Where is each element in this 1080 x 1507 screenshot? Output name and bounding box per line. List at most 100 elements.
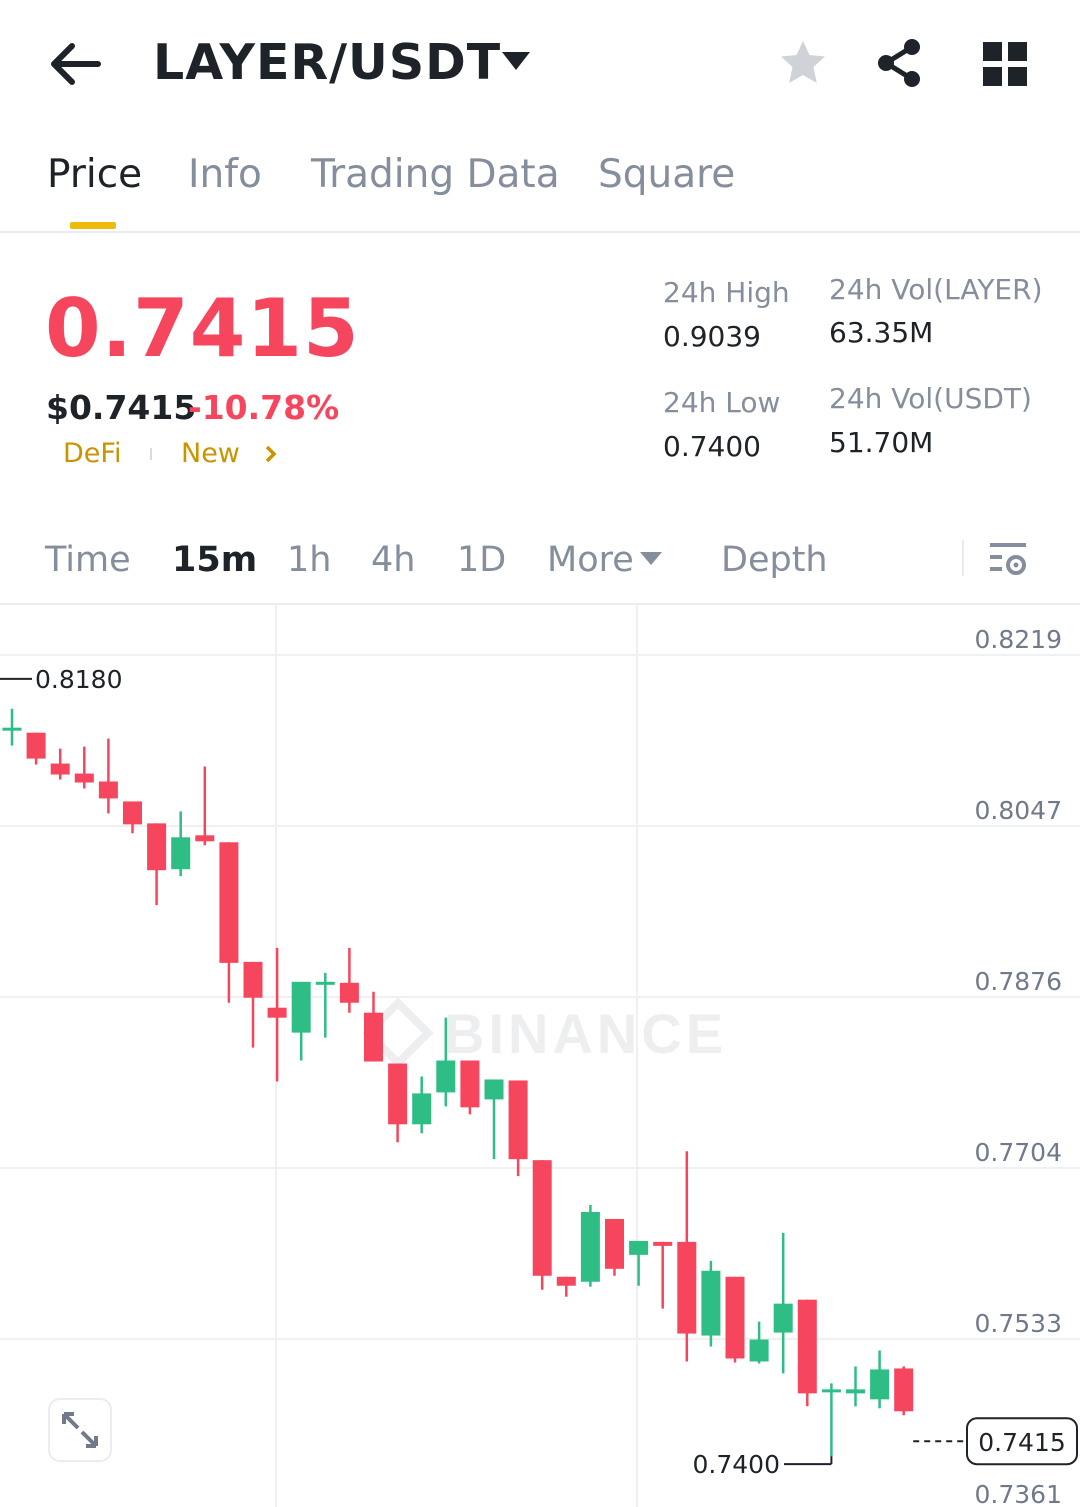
candle-body (219, 842, 239, 963)
candle[interactable] (195, 766, 215, 846)
candle[interactable] (677, 1151, 697, 1362)
candle[interactable] (364, 991, 383, 1062)
candle[interactable] (388, 1063, 408, 1143)
candle[interactable] (821, 1383, 841, 1457)
tag-new[interactable]: New (181, 438, 240, 469)
candle[interactable] (219, 842, 239, 1003)
candle-body (846, 1389, 865, 1394)
stat-vol-base-label: 24h Vol(LAYER) (829, 273, 1043, 306)
chart-settings-icon[interactable] (988, 540, 1028, 580)
grid-icon[interactable] (983, 42, 1027, 86)
candle[interactable] (98, 738, 118, 814)
fullscreen-button[interactable] (48, 1398, 112, 1462)
candle[interactable] (653, 1241, 673, 1309)
candle-body (556, 1276, 576, 1286)
candle-body (98, 781, 118, 799)
candle[interactable] (701, 1260, 721, 1347)
candle[interactable] (532, 1160, 552, 1290)
candle-body (701, 1270, 721, 1336)
candle-body (74, 773, 94, 783)
low-marker-label: 0.7400 (693, 1450, 780, 1479)
candle[interactable] (123, 801, 142, 834)
candle[interactable] (605, 1218, 624, 1276)
tag-defi[interactable]: DeFi (63, 438, 121, 469)
watermark: BINANCE (362, 997, 723, 1069)
divider (962, 540, 964, 576)
candle[interactable] (74, 746, 94, 789)
interval-time[interactable]: Time (45, 540, 131, 580)
interval-1h[interactable]: 1h (287, 540, 331, 580)
usd-price: $0.7415 (46, 388, 197, 427)
chevron-right-icon[interactable] (263, 444, 279, 464)
candle-body (147, 823, 167, 871)
candle[interactable] (773, 1232, 793, 1374)
tab-price[interactable]: Price (47, 152, 142, 197)
candle[interactable] (580, 1205, 600, 1287)
candlestick-chart[interactable]: BINANCE 0.8219 0.8047 0.7876 0.7704 0.7533 0.… (0, 605, 1080, 1507)
caret-down-icon[interactable] (640, 552, 662, 566)
candle[interactable] (339, 947, 359, 1013)
interval-15m[interactable]: 15m (172, 540, 257, 580)
stat-vol-quote-value: 51.70M (829, 426, 934, 459)
active-tab-indicator (70, 222, 116, 229)
candle[interactable] (2, 708, 22, 746)
candle[interactable] (171, 811, 191, 877)
candle[interactable] (50, 748, 70, 780)
candle-body (725, 1276, 745, 1359)
candle[interactable] (725, 1276, 745, 1363)
candle[interactable] (147, 823, 167, 906)
candle-body (388, 1063, 408, 1125)
caret-down-icon[interactable] (502, 52, 530, 72)
candle-body (629, 1240, 649, 1255)
candle-body (749, 1339, 769, 1362)
candle-body (171, 837, 191, 870)
candle-body (2, 727, 22, 731)
candle-body (508, 1080, 528, 1160)
candle[interactable] (797, 1299, 817, 1407)
candle[interactable] (291, 981, 311, 1061)
last-price-label: 0.7415 (978, 1428, 1065, 1457)
tab-info[interactable]: Info (188, 152, 262, 197)
candle[interactable] (508, 1080, 528, 1177)
stat-high-value: 0.9039 (663, 320, 761, 353)
last-price: 0.7415 (45, 282, 360, 375)
candle[interactable] (894, 1366, 914, 1416)
interval-more[interactable]: More (547, 540, 634, 580)
interval-depth[interactable]: Depth (721, 540, 828, 580)
candle[interactable] (460, 1060, 480, 1115)
candle-body (243, 961, 263, 998)
candle-body (532, 1160, 552, 1276)
candle-body (291, 981, 311, 1033)
candle[interactable] (749, 1321, 769, 1364)
high-marker-label: 0.8180 (35, 665, 122, 694)
candle-body (821, 1389, 841, 1393)
candle[interactable] (629, 1240, 649, 1286)
candle[interactable] (556, 1276, 576, 1297)
tab-trading-data[interactable]: Trading Data (311, 152, 560, 197)
back-arrow-icon[interactable] (48, 40, 102, 88)
candle-body (605, 1218, 624, 1269)
interval-1d[interactable]: 1D (457, 540, 506, 580)
candle-body (773, 1303, 793, 1333)
tag-separator (150, 448, 152, 460)
stat-high-label: 24h High (663, 276, 790, 309)
tab-square[interactable]: Square (598, 152, 735, 197)
y-tick-label: 0.8047 (975, 796, 1062, 825)
star-icon[interactable] (778, 38, 828, 88)
interval-4h[interactable]: 4h (371, 540, 415, 580)
candle[interactable] (870, 1350, 890, 1409)
candle[interactable] (267, 947, 287, 1082)
share-icon[interactable] (874, 38, 924, 88)
stat-low-value: 0.7400 (663, 430, 761, 463)
y-tick-label: 0.8219 (975, 625, 1062, 654)
candle[interactable] (484, 1079, 504, 1160)
candle-body (339, 982, 359, 1003)
candle[interactable] (26, 732, 46, 765)
candle[interactable] (412, 1076, 432, 1134)
candle[interactable] (315, 972, 335, 1038)
candle[interactable] (846, 1366, 865, 1407)
trading-pair-title[interactable]: LAYER/USDT (153, 34, 501, 91)
candle-body (484, 1079, 504, 1100)
candle[interactable] (243, 961, 263, 1048)
candle-body (123, 801, 142, 825)
